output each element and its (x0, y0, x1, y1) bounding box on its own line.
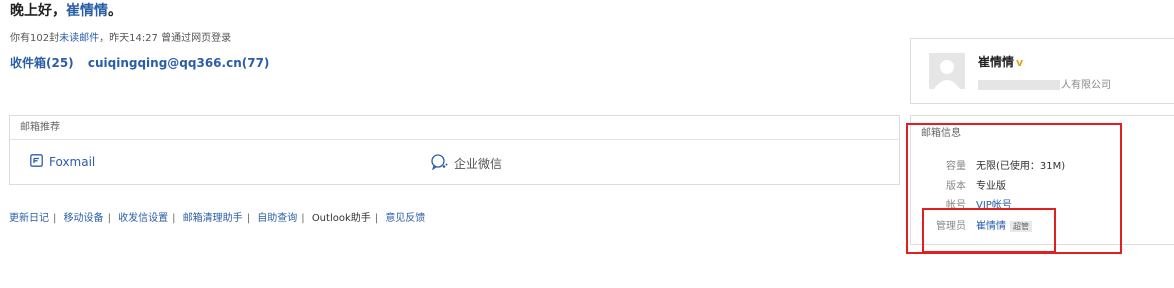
profile-company: 人有限公司 (978, 76, 1111, 91)
login-info: 你有102封未读邮件，昨天14:27 曾通过网页登录 (10, 29, 231, 44)
greeting-user-name: 崔情情 (66, 3, 108, 19)
wecom-icon (430, 154, 448, 173)
foxmail-label: Foxmail (49, 155, 96, 169)
company-suffix: 人有限公司 (1061, 80, 1111, 91)
foxmail-link[interactable]: Foxmail (30, 154, 95, 170)
greeting-prefix: 晚上好， (10, 3, 66, 19)
wecom-link[interactable]: 企业微信 (430, 154, 502, 173)
greeting: 晚上好，崔情情。 (10, 0, 122, 20)
footer-link-mobile[interactable]: 移动设备 (64, 213, 104, 224)
footer-link-feedback[interactable]: 意见反馈 (385, 213, 425, 224)
avatar[interactable] (929, 53, 965, 89)
login-info-suffix: ，昨天14:27 曾通过网页登录 (99, 33, 232, 44)
account-mailbox-link[interactable]: cuiqingqing@qq366.cn(77) (88, 56, 270, 70)
footer-links: 更新日记 | 移动设备 | 收发信设置 | 邮箱清理助手 | 自助查询 | Outlook… (9, 213, 426, 224)
inbox-link[interactable]: 收件箱(25) (10, 56, 74, 70)
mail-folder-links: 收件箱(25) cuiqingqing@qq366.cn(77) (10, 54, 279, 71)
recommend-title: 邮箱推荐 (10, 116, 899, 140)
vip-icon: v (1016, 56, 1024, 69)
footer-link-self-service[interactable]: 自助查询 (257, 213, 297, 224)
profile-name: 崔情情 v (978, 53, 1023, 70)
footer-link-outlook[interactable]: Outlook助手 (312, 213, 371, 224)
foxmail-icon (30, 154, 43, 170)
footer-link-send-settings[interactable]: 收发信设置 (118, 213, 168, 224)
highlight-box-inner (922, 208, 1056, 253)
avatar-placeholder-icon (929, 53, 965, 89)
greeting-suffix: 。 (108, 3, 122, 19)
footer-link-cleanup[interactable]: 邮箱清理助手 (183, 213, 243, 224)
mailbox-recommend-panel: 邮箱推荐 Foxmail 企业微信 (9, 115, 900, 185)
login-info-prefix: 你有102封 (10, 33, 60, 44)
unread-mail-link[interactable]: 未读邮件 (59, 33, 99, 44)
footer-link-changelog[interactable]: 更新日记 (9, 213, 49, 224)
profile-name-text: 崔情情 (978, 55, 1015, 69)
profile-card: 崔情情 v 人有限公司 (910, 38, 1174, 104)
wecom-label: 企业微信 (454, 157, 503, 171)
company-name-redacted (978, 80, 1060, 90)
